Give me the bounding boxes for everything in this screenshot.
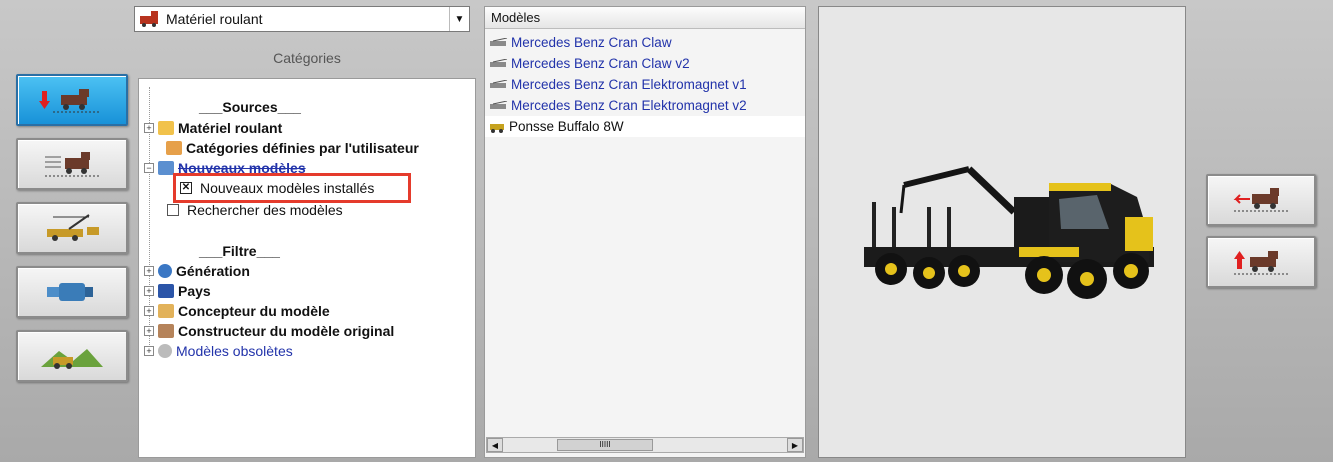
expand-icon[interactable]: + bbox=[144, 123, 154, 133]
categories-tree: ___Sources___ + Matériel roulant Catégor… bbox=[138, 78, 476, 458]
crane-truck-icon bbox=[490, 37, 508, 46]
layout-button[interactable] bbox=[16, 138, 128, 190]
dropdown-selected-text: Matériel roulant bbox=[166, 11, 263, 27]
tree-item-sources-heading: ___Sources___ bbox=[199, 99, 301, 115]
user-category-icon bbox=[166, 141, 182, 155]
tree-item-filter-heading: ___Filtre___ bbox=[199, 243, 280, 259]
crane-button[interactable] bbox=[16, 202, 128, 254]
video-camera-icon bbox=[47, 283, 93, 301]
import-train-icon bbox=[39, 89, 101, 113]
checkbox-icon[interactable] bbox=[167, 204, 179, 216]
scroll-right-icon[interactable]: ▶ bbox=[787, 438, 803, 452]
expand-icon[interactable]: + bbox=[144, 306, 154, 316]
export-model-button[interactable] bbox=[1206, 236, 1316, 288]
models-header: Modèles bbox=[485, 7, 805, 29]
category-dropdown[interactable]: Matériel roulant ▼ bbox=[134, 6, 470, 32]
track-train-icon bbox=[45, 152, 99, 177]
tree-item-rolling-stock[interactable]: + Matériel roulant bbox=[144, 120, 282, 136]
expand-icon[interactable]: + bbox=[144, 326, 154, 336]
camera-button[interactable] bbox=[16, 266, 128, 318]
tree-item-user-categories[interactable]: Catégories définies par l'utilisateur bbox=[166, 140, 419, 156]
scroll-thumb[interactable]: IIIII bbox=[557, 439, 653, 451]
horizontal-scrollbar[interactable]: ◀ IIIII ▶ bbox=[486, 437, 804, 453]
tree-item-manufacturer[interactable]: + Constructeur du modèle original bbox=[144, 323, 394, 339]
chevron-down-icon[interactable]: ▼ bbox=[449, 7, 469, 31]
rotate-train-icon bbox=[1233, 188, 1288, 212]
forwarder-icon bbox=[490, 123, 504, 133]
categories-header: Catégories bbox=[273, 50, 341, 66]
rotate-model-button[interactable] bbox=[1206, 174, 1316, 226]
expand-icon[interactable]: + bbox=[144, 266, 154, 276]
builder-icon bbox=[158, 324, 174, 338]
crane-icon bbox=[47, 214, 99, 241]
crane-truck-icon bbox=[490, 100, 508, 109]
expand-icon[interactable]: + bbox=[144, 346, 154, 356]
tree-item-country[interactable]: + Pays bbox=[144, 283, 211, 299]
checked-box-icon[interactable]: ✕ bbox=[180, 182, 192, 194]
folder-icon bbox=[158, 121, 174, 135]
model-item[interactable]: Mercedes Benz Cran Elektromagnet v2 bbox=[485, 95, 805, 116]
crane-truck-icon bbox=[490, 58, 508, 67]
expand-icon[interactable]: + bbox=[144, 286, 154, 296]
models-list: Modèles Mercedes Benz Cran Claw Mercedes… bbox=[484, 6, 806, 458]
import-model-button[interactable] bbox=[16, 74, 128, 126]
tree-item-generation[interactable]: + Génération bbox=[144, 263, 250, 279]
model-preview bbox=[818, 6, 1186, 458]
person-icon bbox=[158, 304, 174, 318]
tree-item-obsolete[interactable]: + Modèles obsolètes bbox=[144, 343, 293, 359]
landscape-button[interactable] bbox=[16, 330, 128, 382]
rolling-stock-icon bbox=[140, 11, 158, 27]
model-item[interactable]: Mercedes Benz Cran Claw bbox=[485, 32, 805, 53]
model-item-selected[interactable]: Ponsse Buffalo 8W bbox=[485, 116, 805, 137]
scroll-left-icon[interactable]: ◀ bbox=[487, 438, 503, 452]
clock-icon bbox=[158, 264, 172, 278]
landscape-vehicle-icon bbox=[41, 349, 103, 369]
forwarder-vehicle-image bbox=[864, 166, 1154, 299]
collapse-icon[interactable]: − bbox=[144, 163, 154, 173]
tree-item-designer[interactable]: + Concepteur du modèle bbox=[144, 303, 330, 319]
tree-item-new-installed-models[interactable]: ✕ Nouveaux modèles installés bbox=[173, 173, 411, 203]
flag-icon bbox=[158, 284, 174, 298]
gear-icon bbox=[158, 344, 172, 358]
crane-truck-icon bbox=[490, 79, 508, 88]
model-item[interactable]: Mercedes Benz Cran Claw v2 bbox=[485, 53, 805, 74]
model-item[interactable]: Mercedes Benz Cran Elektromagnet v1 bbox=[485, 74, 805, 95]
export-train-icon bbox=[1234, 251, 1288, 275]
tree-item-search-models[interactable]: Rechercher des modèles bbox=[167, 202, 343, 218]
new-models-icon bbox=[158, 161, 174, 175]
